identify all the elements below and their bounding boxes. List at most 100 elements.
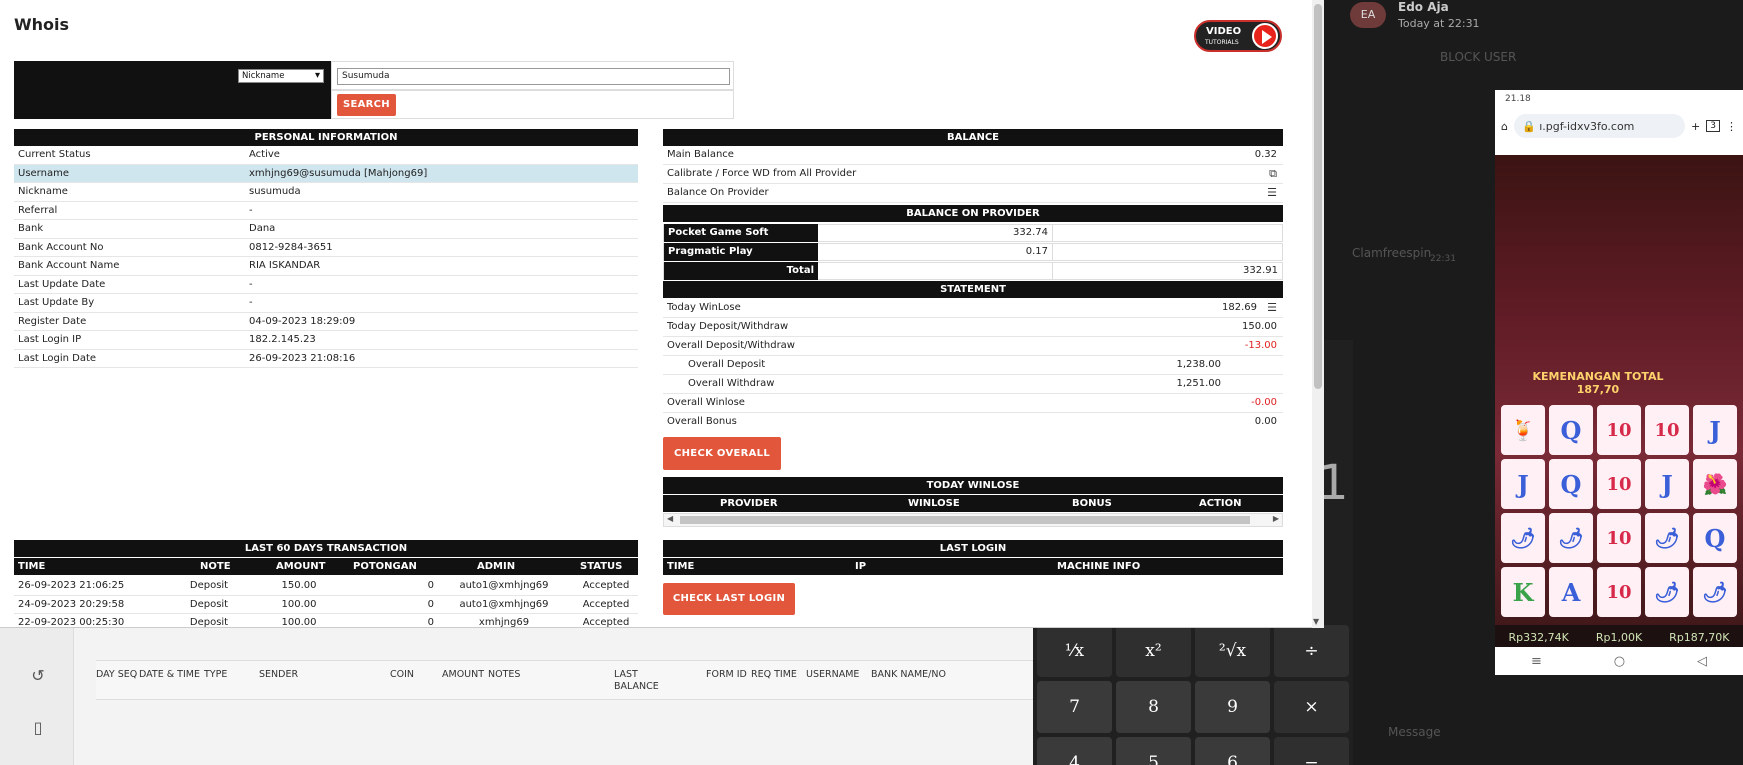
search-button[interactable]: SEARCH — [337, 94, 396, 116]
list-column-header: SENDER — [259, 669, 299, 680]
game-win-total: KEMENANGAN TOTAL 187,70 — [1532, 370, 1664, 396]
transactions-header: LAST 60 DAYS TRANSACTION — [14, 540, 638, 557]
personal-info-label: Last Update Date — [18, 278, 106, 290]
overall-bonus-label: Overall Bonus — [667, 416, 737, 427]
personal-info-value: Active — [249, 149, 280, 160]
chat-sender-name: Edo Aja — [1398, 0, 1449, 14]
personal-info-value: 04-09-2023 18:29:09 — [249, 315, 356, 327]
calculator-key[interactable]: − — [1274, 737, 1349, 765]
calibrate-row: Calibrate / Force WD from All Provider ⧉ — [663, 165, 1283, 184]
calculator-key[interactable]: 6 — [1195, 737, 1270, 765]
personal-info-value: Dana — [249, 223, 276, 234]
slot-symbol: J — [1645, 459, 1689, 509]
txn-status: Accepted — [582, 617, 630, 628]
personal-info-row: Current Status Active — [14, 146, 638, 165]
personal-info-header: PERSONAL INFORMATION — [14, 129, 638, 146]
provider-name: Pocket Game Soft — [664, 224, 818, 242]
list-column-header: REQ TIME — [751, 669, 797, 680]
calculator-key[interactable]: 5 — [1116, 737, 1191, 765]
slot-symbol: 🌶 — [1645, 567, 1689, 617]
today-dw-row: Today Deposit/Withdraw 150.00 — [663, 318, 1283, 337]
personal-info-label: Last Login IP — [18, 334, 82, 345]
phone-mirror: 21.18 ⌂ 🔒 ı.pgf-idxv3fo.com + 3 ⋮ KEMENA… — [1495, 90, 1743, 675]
scroll-left-icon[interactable]: ◀ — [667, 514, 673, 523]
history-icon[interactable]: ↺ — [28, 666, 48, 686]
today-winlose-label: Today WinLose — [667, 302, 741, 313]
list-icon[interactable]: ☰ — [1267, 184, 1277, 202]
txn-admin: xmhjng69 — [478, 617, 530, 628]
phone-nav-bar: ≡ ○ ◁ — [1495, 647, 1743, 675]
game-bet: Rp1,00K — [1595, 630, 1643, 644]
calculator-key[interactable]: × — [1274, 681, 1349, 733]
search-row: Nickname Susumuda — [14, 61, 734, 90]
overall-withdraw-label: Overall Withdraw — [688, 378, 775, 389]
check-last-login-button[interactable]: CHECK LAST LOGIN — [663, 583, 795, 615]
personal-info-value: - — [249, 278, 253, 290]
calculator-key[interactable]: ¹⁄x — [1037, 625, 1112, 677]
modal-scrollbar[interactable]: ▼ — [1312, 0, 1324, 628]
check-overall-button[interactable]: CHECK OVERALL — [663, 437, 781, 470]
back-icon[interactable]: ◁ — [1697, 654, 1707, 669]
table-row: 26-09-2023 21:06:25 Deposit 150.00 0 auto1@x… — [14, 577, 638, 596]
search-input[interactable]: Susumuda — [337, 68, 730, 85]
balance-on-provider-label: Balance On Provider — [667, 187, 769, 198]
search-button-row: SEARCH — [14, 90, 734, 119]
calculator-key[interactable]: ÷ — [1274, 625, 1349, 677]
calculator-key[interactable]: 4 — [1037, 737, 1112, 765]
main-balance-value: 0.32 — [1254, 149, 1277, 160]
txn-time: 24-09-2023 20:29:58 — [18, 598, 125, 610]
provider-total-row: Total 332.91 — [663, 262, 1283, 280]
table-row: 22-09-2023 00:25:30 Deposit 100.00 0 xmhjng6… — [14, 614, 638, 628]
list-column-header: LAST BALANCE — [614, 669, 659, 692]
balance-header: BALANCE — [663, 129, 1283, 146]
scroll-right-icon[interactable]: ▶ — [1273, 514, 1279, 523]
book-icon[interactable]: ▯ — [28, 718, 48, 738]
chat-block-user[interactable]: BLOCK USER — [1440, 50, 1516, 64]
last-login-header: LAST LOGIN — [663, 540, 1283, 557]
provider-total-spacer — [818, 263, 1053, 279]
slot-symbol: J — [1693, 405, 1737, 455]
search-type-select[interactable]: Nickname — [238, 69, 324, 83]
home-button-icon[interactable]: ○ — [1614, 654, 1625, 669]
modal-title: Whois — [14, 15, 70, 34]
txn-amount: 100.00 — [281, 617, 317, 628]
slot-symbol: 10 — [1597, 513, 1641, 563]
phone-url-box[interactable]: 🔒 ı.pgf-idxv3fo.com — [1513, 114, 1686, 138]
recent-apps-icon[interactable]: ≡ — [1531, 654, 1542, 669]
tab-count[interactable]: 3 — [1706, 120, 1720, 132]
provider-total-value: 332.91 — [1243, 265, 1278, 276]
calculator-key[interactable]: x² — [1116, 625, 1191, 677]
personal-info-label: Bank Account Name — [18, 260, 120, 271]
search-field-cell: Susumuda — [331, 61, 734, 90]
home-icon[interactable]: ⌂ — [1501, 120, 1508, 133]
external-link-icon[interactable]: ⧉ — [1269, 165, 1277, 183]
video-tutorials-button[interactable]: VIDEO TUTORIALS — [1194, 20, 1282, 52]
personal-info-row: Username xmhjng69@susumuda [Mahjong69] — [14, 164, 638, 183]
scroll-thumb[interactable] — [680, 516, 1250, 524]
slot-symbol: 🌺 — [1693, 459, 1737, 509]
modal-scroll-thumb[interactable] — [1314, 4, 1322, 389]
side-nav — [0, 628, 74, 765]
new-tab-icon[interactable]: + — [1691, 120, 1700, 133]
calculator-key[interactable]: 8 — [1116, 681, 1191, 733]
calibrate-label: Calibrate / Force WD from All Provider — [667, 168, 857, 179]
menu-icon[interactable]: ⋮ — [1726, 120, 1737, 133]
calculator-key[interactable]: 7 — [1037, 681, 1112, 733]
calculator-key[interactable]: ²√x — [1195, 625, 1270, 677]
slot-symbol: K — [1501, 567, 1545, 617]
calculator-key[interactable]: 9 — [1195, 681, 1270, 733]
slot-symbol: 10 — [1645, 405, 1689, 455]
column-login-ip: IP — [855, 561, 867, 572]
provider-row: Pocket Game Soft 332.74 — [663, 224, 1283, 242]
personal-info-row: Last Update Date - — [14, 276, 638, 294]
scroll-down-icon[interactable]: ▼ — [1313, 617, 1319, 626]
column-potongan: POTONGAN — [353, 561, 417, 572]
txn-potongan: 0 — [427, 598, 434, 610]
chat-message-input[interactable]: Message — [1388, 725, 1441, 739]
list-icon[interactable]: ☰ — [1267, 299, 1277, 317]
overall-winlose-row: Overall Winlose -0.00 — [663, 394, 1283, 413]
personal-info-value: RIA ISKANDAR — [249, 260, 321, 271]
slot-game[interactable]: KEMENANGAN TOTAL 187,70 🍹 Q 10 10 J J Q 10 J 🌺 🌶 🌶 1… — [1495, 155, 1743, 650]
horizontal-scrollbar[interactable]: ◀ ▶ — [663, 513, 1283, 527]
column-time: TIME — [18, 561, 46, 572]
